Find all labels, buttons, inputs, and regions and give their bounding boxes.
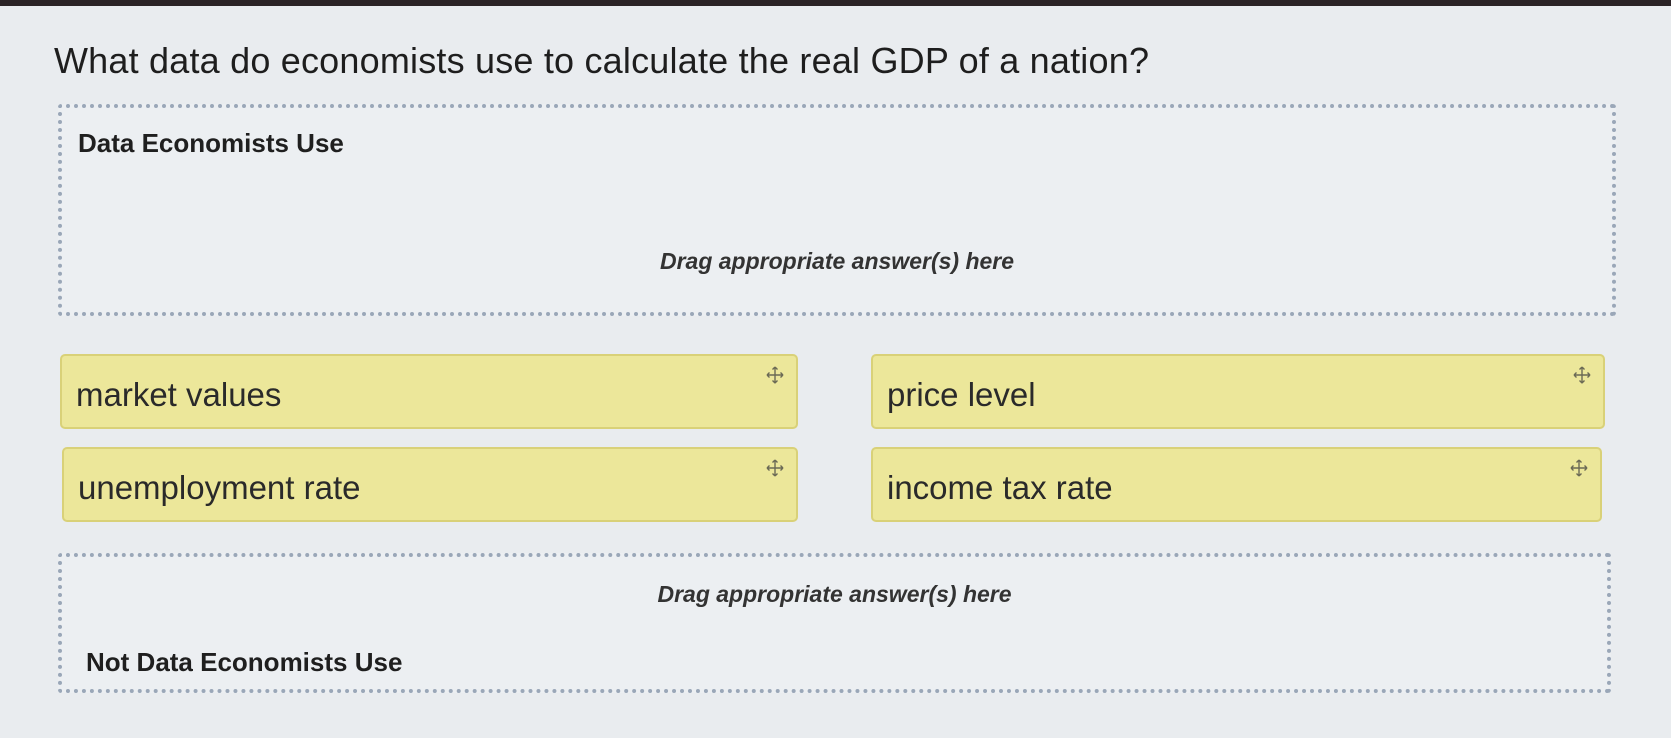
move-icon[interactable] (1573, 366, 1591, 384)
answer-chip-income-tax-rate[interactable]: income tax rate (871, 447, 1602, 522)
answer-chip-market-values[interactable]: market values (60, 354, 798, 429)
move-icon[interactable] (766, 459, 784, 477)
window-top-edge (0, 0, 1671, 6)
move-icon[interactable] (1570, 459, 1588, 477)
question-text: What data do economists use to calculate… (54, 40, 1150, 81)
dropzone-title: Data Economists Use (78, 128, 344, 158)
answer-chip-label: price level (887, 376, 1036, 413)
dropzone-not-data-economists-use[interactable]: Drag appropriate answer(s) here Not Data… (58, 553, 1611, 693)
dropzone-hint: Drag appropriate answer(s) here (659, 248, 1015, 274)
dropzone-hint: Drag appropriate answer(s) here (657, 581, 1012, 607)
answer-chip-label: market values (76, 376, 282, 413)
answer-chip-unemployment-rate[interactable]: unemployment rate (62, 447, 798, 522)
dropzone-title: Not Data Economists Use (86, 647, 403, 677)
answer-chip-price-level[interactable]: price level (871, 354, 1605, 429)
dropzone-data-economists-use[interactable]: Data Economists Use Drag appropriate ans… (58, 104, 1616, 316)
answer-chip-label: unemployment rate (78, 469, 361, 506)
move-icon[interactable] (766, 366, 784, 384)
answer-chip-label: income tax rate (887, 469, 1113, 506)
